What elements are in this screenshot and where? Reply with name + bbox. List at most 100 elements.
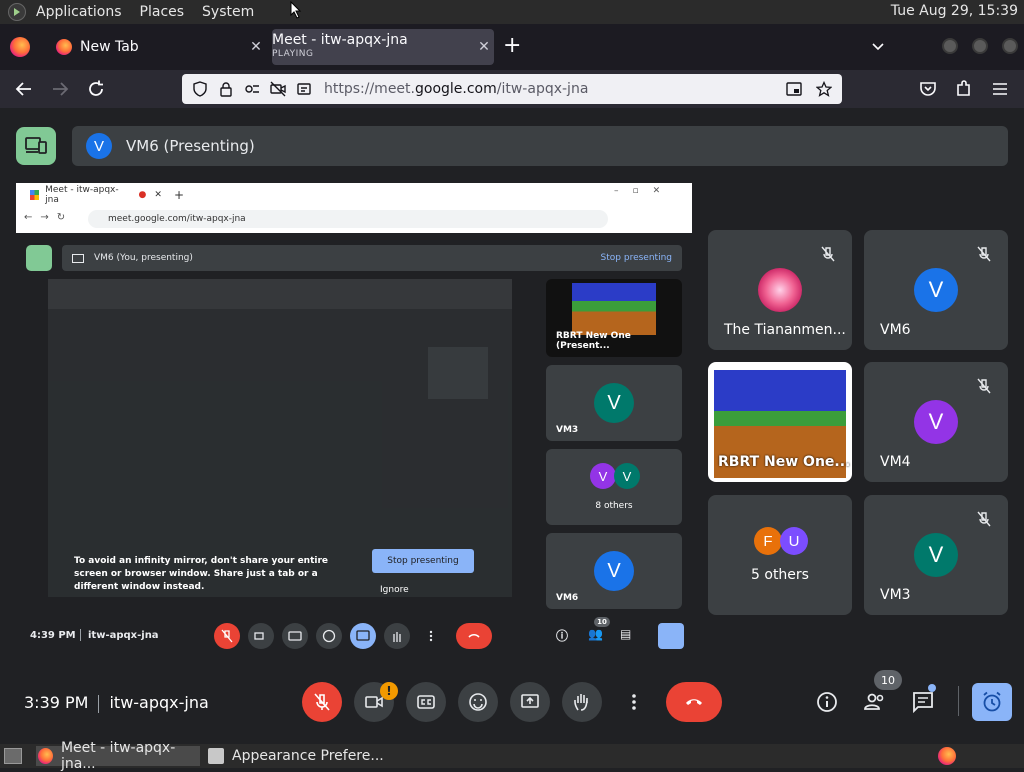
chat-unread-dot (928, 684, 936, 692)
camera-blocked-icon[interactable] (270, 81, 286, 97)
top-panel: Applications Places System Tue Aug 29, 1… (0, 0, 1024, 24)
camera-icon (248, 623, 274, 649)
firefox-favicon-icon (56, 39, 72, 55)
new-tab-plus-icon: + (173, 188, 184, 202)
participant-tile[interactable]: V VM6 (864, 230, 1008, 350)
firefox-icon (38, 748, 53, 764)
close-window-icon[interactable] (1002, 38, 1018, 54)
shared-tile-vm3: V VM3 (546, 365, 682, 441)
participant-tile[interactable]: V VM4 (864, 362, 1008, 482)
close-tab-icon[interactable]: ✕ (246, 39, 266, 55)
nav-arrows-icon: ←→↻ (24, 212, 74, 223)
nav-toolbar: https://meet.google.com/itw-apqx-jna (0, 70, 1024, 108)
shared-tile-label: RBRT New One (Present... (556, 331, 631, 351)
participant-tile[interactable]: The Tiananmen... (708, 230, 852, 350)
shared-tile-label: 8 others (595, 501, 633, 511)
gnome-logo-icon[interactable] (8, 3, 26, 21)
show-desktop-icon[interactable] (4, 748, 22, 764)
menu-places[interactable]: Places (140, 4, 185, 20)
mic-off-icon (214, 623, 240, 649)
page-info-icon[interactable] (296, 81, 312, 97)
avatar (758, 268, 802, 312)
tab-meet[interactable]: Meet - itw-apqx-jna PLAYING ✕ (272, 29, 494, 153)
avatar: V (614, 463, 640, 489)
shared-screen[interactable]: Meet - itw-apqx-jna ● ✕ + –▫✕ ←→↻ meet.g… (16, 183, 692, 653)
reactions-button[interactable] (458, 682, 498, 722)
more-options-icon (418, 623, 444, 649)
captions-icon (282, 623, 308, 649)
permissions-icon[interactable] (244, 81, 260, 97)
shared-tile-others: V V 8 others (546, 449, 682, 525)
tab-playing-label: PLAYING (272, 49, 314, 59)
present-screen-icon (350, 623, 376, 649)
people-icon[interactable] (863, 690, 887, 714)
extensions-puzzle-icon[interactable] (954, 79, 974, 99)
taskbar-item-appearance[interactable]: Appearance Prefere... (206, 746, 386, 766)
avatar: V (914, 268, 958, 312)
activities-icon (658, 623, 684, 649)
meeting-code: itw-apqx-jna (109, 693, 209, 712)
list-all-tabs-chevron-down-icon[interactable] (870, 38, 886, 54)
url-bar[interactable]: https://meet.google.com/itw-apqx-jna (182, 74, 842, 104)
participant-tile[interactable]: V VM3 (864, 495, 1008, 615)
picture-in-picture-icon[interactable] (786, 81, 802, 97)
minimize-window-icon[interactable] (942, 38, 958, 54)
back-arrow-icon[interactable] (14, 79, 34, 99)
tab-title: New Tab (80, 39, 139, 55)
more-options-icon (632, 694, 636, 710)
bookmark-star-icon[interactable] (816, 81, 832, 97)
chat-icon: ▤ (620, 627, 632, 641)
activities-button[interactable] (972, 683, 1012, 721)
menu-applications[interactable]: Applications (36, 4, 122, 20)
emoji-icon (316, 623, 342, 649)
leave-call-icon (686, 699, 702, 705)
shared-presenter-bar: VM6 (You, presenting) Stop presenting (62, 245, 682, 271)
appearance-preferences-icon (208, 748, 224, 764)
reload-icon[interactable] (86, 79, 106, 99)
avatar: V (594, 551, 634, 591)
presenter-label: VM6 (Presenting) (126, 137, 255, 155)
presenter-bar[interactable]: V VM6 (Presenting) (72, 126, 1008, 166)
firefox-tray-icon[interactable] (938, 747, 956, 765)
pocket-icon[interactable] (918, 79, 938, 99)
new-tab-plus-icon[interactable]: + (503, 35, 521, 57)
shared-tile-vm6: V VM6 (546, 533, 682, 609)
captions-button[interactable] (406, 682, 446, 722)
shared-time: 4:39 PM (30, 629, 76, 641)
participant-tile-others[interactable]: F U 5 others (708, 495, 852, 615)
menu-system[interactable]: System (202, 4, 254, 20)
participant-name: VM4 (880, 454, 911, 470)
participant-name: VM3 (880, 587, 911, 603)
mic-toggle-button[interactable] (302, 682, 342, 722)
shared-ignore-button: Ignore (380, 585, 409, 595)
present-screen-icon (72, 253, 84, 263)
recording-dot-icon: ● (138, 190, 147, 200)
firefox-view-icon[interactable] (10, 37, 30, 57)
chat-icon[interactable] (911, 690, 935, 714)
panel-clock[interactable]: Tue Aug 29, 15:39 (891, 3, 1018, 19)
raise-hand-button[interactable] (562, 682, 602, 722)
game-thumbnail (572, 283, 656, 335)
meeting-info-icon[interactable] (815, 690, 839, 714)
hamburger-menu-icon[interactable] (990, 79, 1010, 99)
raise-hand-icon (384, 623, 410, 649)
presenter-avatar: V (86, 133, 112, 159)
participant-tile-screen[interactable]: RBRT New One... (708, 362, 852, 482)
mic-off-icon (821, 246, 835, 262)
tab-title: Meet - itw-apqx-jna (272, 32, 408, 48)
maximize-window-icon[interactable] (972, 38, 988, 54)
shield-icon[interactable] (192, 81, 208, 97)
participant-name: The Tiananmen... (724, 322, 846, 338)
taskbar-item-meet[interactable]: Meet - itw-apqx-jna... (36, 740, 200, 772)
close-tab-icon[interactable]: ✕ (474, 39, 494, 55)
lock-icon[interactable] (218, 81, 234, 97)
bottom-taskbar: Meet - itw-apqx-jna... Appearance Prefer… (0, 740, 1024, 772)
more-options-button[interactable] (614, 682, 654, 722)
avatar: F (754, 527, 782, 555)
tab-new-tab[interactable]: New Tab ✕ (46, 29, 266, 65)
presentation-devices-icon[interactable] (16, 127, 56, 165)
leave-call-button[interactable] (666, 682, 722, 722)
present-now-button[interactable] (510, 682, 550, 722)
avatar: V (594, 383, 634, 423)
forward-arrow-icon[interactable] (50, 79, 70, 99)
